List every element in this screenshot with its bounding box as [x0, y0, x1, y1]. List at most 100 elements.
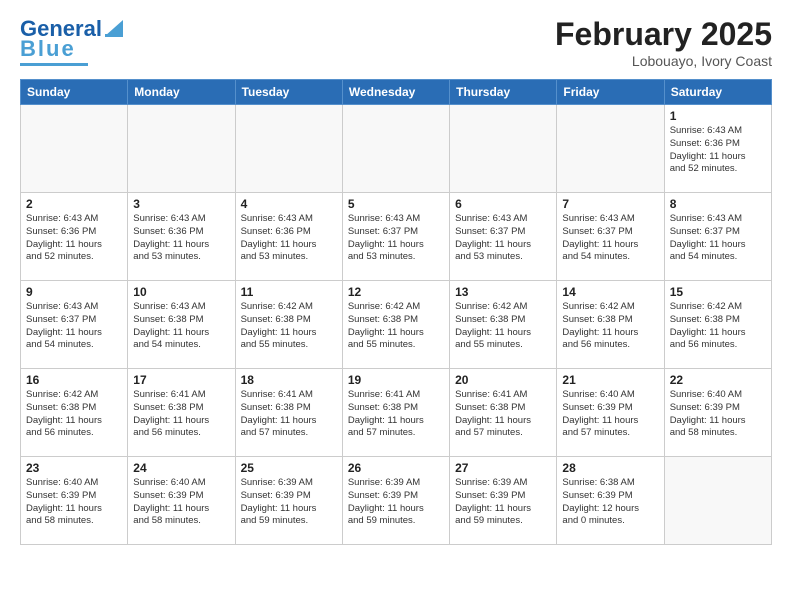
col-saturday: Saturday [664, 80, 771, 105]
day-number: 23 [26, 461, 122, 475]
table-row: 21Sunrise: 6:40 AMSunset: 6:39 PMDayligh… [557, 369, 664, 457]
day-info: Sunrise: 6:40 AMSunset: 6:39 PMDaylight:… [133, 477, 229, 528]
day-info: Sunrise: 6:40 AMSunset: 6:39 PMDaylight:… [670, 389, 766, 440]
day-info: Sunrise: 6:39 AMSunset: 6:39 PMDaylight:… [241, 477, 337, 528]
day-number: 2 [26, 197, 122, 211]
page: General Blue February 2025 Lobouayo, Ivo… [0, 0, 792, 561]
day-number: 25 [241, 461, 337, 475]
day-info: Sunrise: 6:43 AMSunset: 6:38 PMDaylight:… [133, 301, 229, 352]
table-row [450, 105, 557, 193]
table-row: 6Sunrise: 6:43 AMSunset: 6:37 PMDaylight… [450, 193, 557, 281]
day-number: 17 [133, 373, 229, 387]
day-number: 19 [348, 373, 444, 387]
day-info: Sunrise: 6:43 AMSunset: 6:36 PMDaylight:… [670, 125, 766, 176]
table-row [128, 105, 235, 193]
col-friday: Friday [557, 80, 664, 105]
col-sunday: Sunday [21, 80, 128, 105]
day-info: Sunrise: 6:43 AMSunset: 6:37 PMDaylight:… [26, 301, 122, 352]
col-thursday: Thursday [450, 80, 557, 105]
day-info: Sunrise: 6:40 AMSunset: 6:39 PMDaylight:… [562, 389, 658, 440]
day-info: Sunrise: 6:38 AMSunset: 6:39 PMDaylight:… [562, 477, 658, 528]
logo-underline [20, 63, 88, 66]
table-row: 25 Sunrise: 6:39 AMSunset: 6:39 PMDayligh… [235, 457, 342, 545]
table-row: 1 Sunrise: 6:43 AMSunset: 6:36 PMDaylight… [664, 105, 771, 193]
day-info: Sunrise: 6:42 AMSunset: 6:38 PMDaylight:… [26, 389, 122, 440]
table-row [664, 457, 771, 545]
day-number: 10 [133, 285, 229, 299]
table-row: 18Sunrise: 6:41 AMSunset: 6:38 PMDayligh… [235, 369, 342, 457]
title-block: February 2025 Lobouayo, Ivory Coast [555, 16, 772, 69]
table-row: 11 Sunrise: 6:42 AMSunset: 6:38 PMDayligh… [235, 281, 342, 369]
month-year: February 2025 [555, 16, 772, 53]
day-number: 1 [670, 109, 766, 123]
table-row: 12Sunrise: 6:42 AMSunset: 6:38 PMDayligh… [342, 281, 449, 369]
day-number: 18 [241, 373, 337, 387]
table-row: 20 Sunrise: 6:41 AMSunset: 6:38 PMDayligh… [450, 369, 557, 457]
day-info: Sunrise: 6:41 AMSunset: 6:38 PMDaylight:… [133, 389, 229, 440]
col-tuesday: Tuesday [235, 80, 342, 105]
day-info: Sunrise: 6:39 AMSunset: 6:39 PMDaylight:… [348, 477, 444, 528]
day-number: 15 [670, 285, 766, 299]
calendar-week-row: 23 Sunrise: 6:40 AMSunset: 6:39 PMDayligh… [21, 457, 772, 545]
day-info: Sunrise: 6:43 AMSunset: 6:36 PMDaylight:… [241, 213, 337, 264]
table-row: 15 Sunrise: 6:42 AMSunset: 6:38 PMDayligh… [664, 281, 771, 369]
table-row: 19 Sunrise: 6:41 AMSunset: 6:38 PMDayligh… [342, 369, 449, 457]
table-row: 16 Sunrise: 6:42 AMSunset: 6:38 PMDayligh… [21, 369, 128, 457]
day-number: 27 [455, 461, 551, 475]
day-info: Sunrise: 6:42 AMSunset: 6:38 PMDaylight:… [455, 301, 551, 352]
logo: General Blue [20, 16, 125, 66]
day-info: Sunrise: 6:42 AMSunset: 6:38 PMDaylight:… [241, 301, 337, 352]
day-number: 24 [133, 461, 229, 475]
day-info: Sunrise: 6:40 AMSunset: 6:39 PMDaylight:… [26, 477, 122, 528]
day-info: Sunrise: 6:43 AMSunset: 6:37 PMDaylight:… [670, 213, 766, 264]
table-row [235, 105, 342, 193]
day-number: 28 [562, 461, 658, 475]
day-info: Sunrise: 6:43 AMSunset: 6:36 PMDaylight:… [133, 213, 229, 264]
table-row: 14 Sunrise: 6:42 AMSunset: 6:38 PMDayligh… [557, 281, 664, 369]
table-row: 5 Sunrise: 6:43 AMSunset: 6:37 PMDaylight… [342, 193, 449, 281]
table-row: 24 Sunrise: 6:40 AMSunset: 6:39 PMDayligh… [128, 457, 235, 545]
table-row: 8Sunrise: 6:43 AMSunset: 6:37 PMDaylight… [664, 193, 771, 281]
day-number: 20 [455, 373, 551, 387]
header: General Blue February 2025 Lobouayo, Ivo… [20, 16, 772, 69]
calendar-week-row: 16 Sunrise: 6:42 AMSunset: 6:38 PMDayligh… [21, 369, 772, 457]
day-info: Sunrise: 6:43 AMSunset: 6:37 PMDaylight:… [348, 213, 444, 264]
day-info: Sunrise: 6:42 AMSunset: 6:38 PMDaylight:… [348, 301, 444, 352]
table-row: 9 Sunrise: 6:43 AMSunset: 6:37 PMDaylight… [21, 281, 128, 369]
calendar-week-row: 1 Sunrise: 6:43 AMSunset: 6:36 PMDaylight… [21, 105, 772, 193]
day-number: 14 [562, 285, 658, 299]
location: Lobouayo, Ivory Coast [555, 53, 772, 69]
day-number: 11 [241, 285, 337, 299]
day-number: 5 [348, 197, 444, 211]
table-row: 23 Sunrise: 6:40 AMSunset: 6:39 PMDayligh… [21, 457, 128, 545]
table-row: 10 Sunrise: 6:43 AMSunset: 6:38 PMDayligh… [128, 281, 235, 369]
table-row: 3Sunrise: 6:43 AMSunset: 6:36 PMDaylight… [128, 193, 235, 281]
day-number: 16 [26, 373, 122, 387]
calendar: Sunday Monday Tuesday Wednesday Thursday… [20, 79, 772, 545]
table-row [21, 105, 128, 193]
day-info: Sunrise: 6:42 AMSunset: 6:38 PMDaylight:… [562, 301, 658, 352]
day-info: Sunrise: 6:41 AMSunset: 6:38 PMDaylight:… [348, 389, 444, 440]
day-info: Sunrise: 6:42 AMSunset: 6:38 PMDaylight:… [670, 301, 766, 352]
table-row: 27 Sunrise: 6:39 AMSunset: 6:39 PMDayligh… [450, 457, 557, 545]
day-info: Sunrise: 6:41 AMSunset: 6:38 PMDaylight:… [455, 389, 551, 440]
day-info: Sunrise: 6:43 AMSunset: 6:37 PMDaylight:… [455, 213, 551, 264]
table-row: 2 Sunrise: 6:43 AMSunset: 6:36 PMDaylight… [21, 193, 128, 281]
table-row: 26Sunrise: 6:39 AMSunset: 6:39 PMDayligh… [342, 457, 449, 545]
day-number: 9 [26, 285, 122, 299]
table-row: 13 Sunrise: 6:42 AMSunset: 6:38 PMDayligh… [450, 281, 557, 369]
table-row: 22 Sunrise: 6:40 AMSunset: 6:39 PMDayligh… [664, 369, 771, 457]
day-info: Sunrise: 6:39 AMSunset: 6:39 PMDaylight:… [455, 477, 551, 528]
day-number: 22 [670, 373, 766, 387]
calendar-week-row: 2 Sunrise: 6:43 AMSunset: 6:36 PMDaylight… [21, 193, 772, 281]
table-row: 4Sunrise: 6:43 AMSunset: 6:36 PMDaylight… [235, 193, 342, 281]
table-row: 7Sunrise: 6:43 AMSunset: 6:37 PMDaylight… [557, 193, 664, 281]
table-row: 17 Sunrise: 6:41 AMSunset: 6:38 PMDayligh… [128, 369, 235, 457]
day-number: 13 [455, 285, 551, 299]
day-info: Sunrise: 6:43 AMSunset: 6:36 PMDaylight:… [26, 213, 122, 264]
col-monday: Monday [128, 80, 235, 105]
table-row [342, 105, 449, 193]
day-number: 7 [562, 197, 658, 211]
logo-blue: Blue [20, 36, 76, 62]
table-row [557, 105, 664, 193]
